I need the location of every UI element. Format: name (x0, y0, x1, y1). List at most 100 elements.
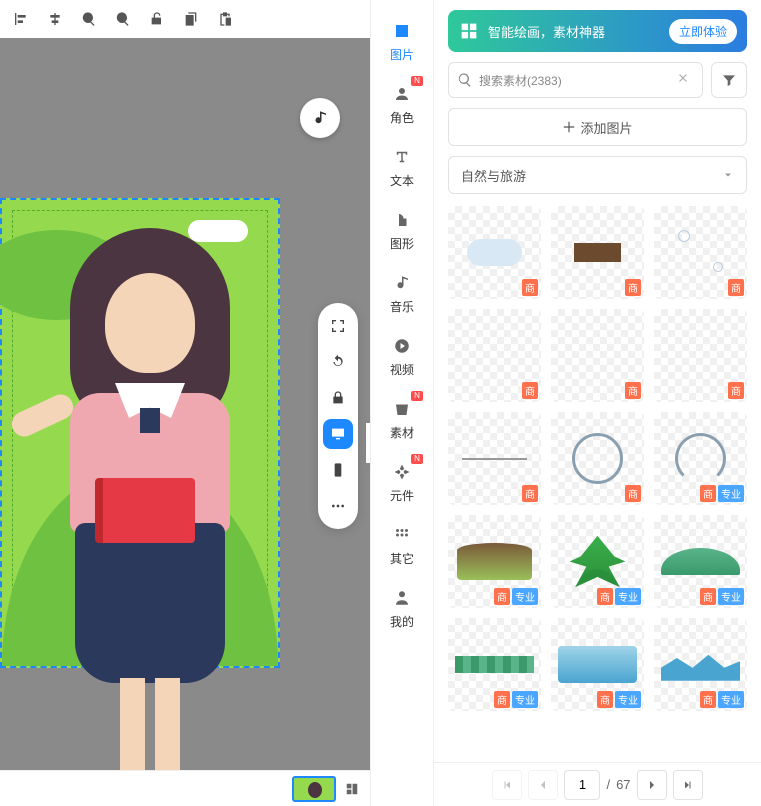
category-dropdown[interactable]: 自然与旅游 (448, 156, 747, 194)
fullscreen-button[interactable] (323, 311, 353, 341)
category-video[interactable]: 视频 (371, 325, 433, 386)
asset-tags: 商专业 (700, 485, 744, 502)
prev-page-button[interactable] (528, 770, 558, 800)
zoom-in-button[interactable] (74, 4, 104, 34)
promo-cta-button[interactable]: 立即体验 (669, 19, 737, 44)
asset-tags: 商 (625, 485, 641, 502)
category-image[interactable]: 图片 (371, 10, 433, 71)
new-badge: N (411, 391, 423, 401)
category-shape[interactable]: 图形 (371, 199, 433, 260)
align-left-button[interactable] (6, 4, 36, 34)
new-badge: N (411, 454, 423, 464)
ai-icon (458, 20, 480, 42)
asset-thumbnail[interactable]: 商专业 (448, 515, 541, 608)
category-label: 视频 (390, 361, 414, 378)
asset-tags: 商专业 (597, 588, 641, 605)
chevron-down-icon (722, 169, 734, 181)
asset-thumbnail[interactable]: 商专业 (551, 515, 644, 608)
category-label: 文本 (390, 172, 414, 189)
lock-button[interactable] (323, 383, 353, 413)
video-icon (391, 335, 413, 357)
asset-tags: 商 (522, 279, 538, 296)
category-label: 素材 (390, 424, 414, 441)
zoom-out-button[interactable] (108, 4, 138, 34)
character-girl[interactable] (40, 228, 260, 770)
add-image-button[interactable]: 添加图片 (448, 108, 747, 146)
align-center-button[interactable] (40, 4, 70, 34)
canvas-viewport[interactable] (0, 38, 370, 770)
asset-tags: 商 (625, 382, 641, 399)
asset-thumbnail[interactable]: 商专业 (654, 412, 747, 505)
pagination: / 67 (434, 762, 761, 806)
category-label: 我的 (390, 613, 414, 630)
material-icon (391, 398, 413, 420)
page-input[interactable] (564, 770, 600, 800)
first-page-button[interactable] (492, 770, 522, 800)
asset-thumbnail[interactable]: 商 (551, 412, 644, 505)
asset-thumbnail[interactable]: 商 (448, 412, 541, 505)
page-sep: / (606, 777, 610, 792)
category-text[interactable]: 文本 (371, 136, 433, 197)
search-placeholder: 搜索素材(2383) (479, 72, 676, 89)
bottom-bar (0, 770, 370, 806)
unlock-button[interactable] (142, 4, 172, 34)
category-component[interactable]: N 元件 (371, 451, 433, 512)
copy-button[interactable] (176, 4, 206, 34)
asset-tags: 商 (625, 279, 641, 296)
paste-button[interactable] (210, 4, 240, 34)
asset-thumbnail[interactable]: 商 (654, 206, 747, 299)
asset-thumbnail[interactable]: 商专业 (448, 618, 541, 711)
mine-icon (391, 587, 413, 609)
music-icon (391, 272, 413, 294)
asset-tags: 商专业 (700, 691, 744, 708)
asset-thumbnail[interactable]: 商 (448, 206, 541, 299)
new-badge: N (411, 76, 423, 86)
asset-thumbnail[interactable]: 商 (654, 309, 747, 402)
asset-tags: 商 (728, 279, 744, 296)
category-label: 音乐 (390, 298, 414, 315)
asset-thumbnail[interactable]: 商专业 (551, 618, 644, 711)
category-other[interactable]: 其它 (371, 514, 433, 575)
rotate-button[interactable] (323, 347, 353, 377)
filter-button[interactable] (711, 62, 747, 98)
asset-tags: 商专业 (494, 691, 538, 708)
promo-text: 智能绘画，素材神器 (488, 22, 605, 41)
more-button[interactable] (323, 491, 353, 521)
asset-thumbnail[interactable]: 商 (448, 309, 541, 402)
category-label: 角色 (390, 109, 414, 126)
asset-tags: 商 (728, 382, 744, 399)
layout-toggle-button[interactable] (342, 779, 362, 799)
category-nav: 图片 N 角色文本图形音乐视频 N 素材 N 元件其它我的 (370, 0, 434, 806)
category-music[interactable]: 音乐 (371, 262, 433, 323)
next-page-button[interactable] (637, 770, 667, 800)
page-thumbnail[interactable] (292, 776, 336, 802)
asset-thumbnail[interactable]: 商 (551, 309, 644, 402)
asset-tags: 商 (522, 485, 538, 502)
category-role[interactable]: N 角色 (371, 73, 433, 134)
asset-thumbnail[interactable]: 商专业 (654, 618, 747, 711)
promo-banner[interactable]: 智能绘画，素材神器 立即体验 (448, 10, 747, 52)
plus-icon (562, 120, 576, 134)
category-label: 图片 (390, 46, 414, 63)
search-input[interactable]: 搜索素材(2383) (448, 62, 703, 98)
expand-toolbar-button[interactable] (366, 423, 370, 463)
category-label: 其它 (390, 550, 414, 567)
role-icon (391, 83, 413, 105)
asset-tags: 商 (522, 382, 538, 399)
image-icon (391, 20, 413, 42)
category-material[interactable]: N 素材 (371, 388, 433, 449)
page-total: 67 (616, 777, 630, 792)
asset-thumbnail[interactable]: 商 (551, 206, 644, 299)
category-mine[interactable]: 我的 (371, 577, 433, 638)
clear-search-button[interactable] (676, 71, 694, 89)
last-page-button[interactable] (673, 770, 703, 800)
asset-thumbnail[interactable]: 商专业 (654, 515, 747, 608)
mobile-button[interactable] (323, 455, 353, 485)
search-icon (457, 72, 473, 88)
music-button[interactable] (300, 98, 340, 138)
floating-toolbar (318, 303, 358, 529)
other-icon (391, 524, 413, 546)
canvas-area (0, 0, 370, 806)
category-label: 元件 (390, 487, 414, 504)
display-button[interactable] (323, 419, 353, 449)
